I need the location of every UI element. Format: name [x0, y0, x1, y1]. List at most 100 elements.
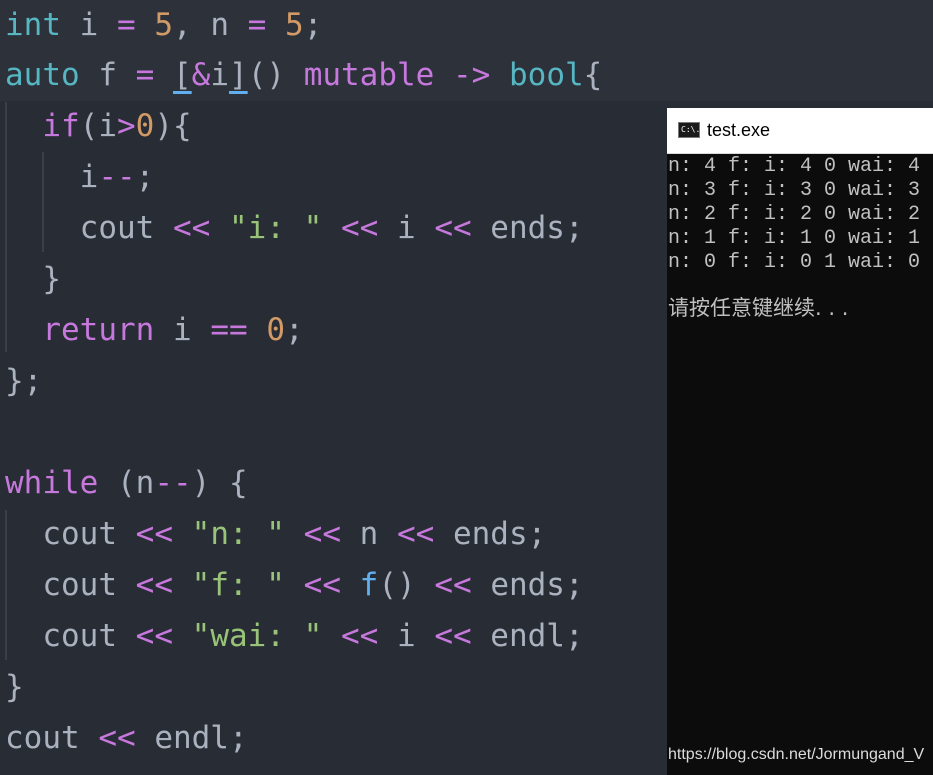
- code-token: ]: [229, 57, 248, 93]
- console-output-line: n: 4 f: i: 4 0 wai: 4: [668, 155, 921, 178]
- code-token: f: [79, 57, 136, 93]
- code-token: (): [247, 57, 304, 93]
- code-line[interactable]: if(i>0){: [5, 101, 192, 151]
- code-token: cout: [5, 516, 136, 552]
- code-token: mutable: [303, 57, 435, 93]
- code-token: cout: [5, 618, 136, 654]
- code-line[interactable]: cout << "n: " << n << ends;: [5, 509, 546, 559]
- code-token: 0: [266, 312, 285, 348]
- code-token: <<: [434, 210, 472, 246]
- code-token: <<: [172, 210, 211, 246]
- code-token: ends;: [471, 567, 584, 603]
- code-line[interactable]: i--;: [5, 152, 155, 202]
- code-token: <<: [340, 210, 379, 246]
- console-output-line: n: 0 f: i: 0 1 wai: 0: [668, 251, 921, 274]
- console-output-line: n: 3 f: i: 3 0 wai: 3: [668, 179, 921, 202]
- code-line[interactable]: cout << "f: " << f() << ends;: [5, 560, 584, 610]
- code-token: bool: [509, 57, 584, 93]
- cmd-icon: C:\.: [678, 122, 700, 138]
- console-window[interactable]: C:\. test.exe n: 4 f: i: 4 0 wai: 4 n: 3…: [667, 108, 933, 775]
- cmd-icon-glyph: C:\.: [681, 125, 701, 134]
- code-token: ){: [154, 108, 192, 144]
- code-token: <<: [135, 516, 173, 552]
- code-token: <<: [135, 618, 173, 654]
- console-output-line: n: 2 f: i: 2 0 wai: 2: [668, 203, 921, 226]
- window-title: test.exe: [707, 120, 771, 140]
- code-token: 5: [285, 7, 304, 43]
- code-token: <<: [396, 516, 435, 552]
- code-token: (): [378, 567, 435, 603]
- code-token: };: [5, 363, 43, 399]
- code-line[interactable]: while (n--) {: [5, 458, 248, 508]
- code-line[interactable]: cout << endl;: [5, 713, 248, 763]
- press-any-key-prompt: 请按任意键继续. . .: [668, 296, 849, 320]
- code-token: ends;: [434, 516, 547, 552]
- code-token: }: [5, 261, 61, 297]
- code-token: =: [135, 57, 155, 93]
- code-line[interactable]: auto f = [&i]() mutable -> bool{: [5, 50, 602, 100]
- code-line[interactable]: }: [5, 254, 61, 304]
- code-token: 0: [135, 108, 155, 144]
- code-token: , n: [173, 7, 248, 43]
- code-token: <<: [434, 618, 472, 654]
- code-line[interactable]: cout << "wai: " << i << endl;: [5, 611, 583, 661]
- code-token: if: [42, 108, 80, 144]
- code-token: cout: [5, 567, 136, 603]
- code-token: return: [42, 312, 155, 348]
- code-token: i: [210, 57, 230, 93]
- code-token: endl;: [135, 720, 248, 756]
- code-token: "f: ": [191, 567, 285, 603]
- code-token: ->: [453, 57, 491, 93]
- code-token: 5: [154, 7, 174, 43]
- code-line[interactable]: };: [5, 356, 42, 406]
- console-output-line: n: 1 f: i: 1 0 wai: 1: [668, 227, 921, 250]
- console-titlebar[interactable]: C:\. test.exe: [667, 108, 933, 154]
- code-token: n: [340, 516, 397, 552]
- code-token: (i: [79, 108, 117, 144]
- code-token: ends;: [471, 210, 584, 246]
- code-token: ;: [303, 7, 323, 43]
- code-token: --: [98, 159, 136, 195]
- code-token: <<: [98, 720, 136, 756]
- code-token: int: [5, 7, 61, 43]
- code-token: f: [359, 567, 379, 603]
- code-line[interactable]: cout << "i: " << i << ends;: [5, 203, 584, 253]
- code-token: ;: [135, 159, 155, 195]
- code-token: i: [61, 7, 117, 43]
- code-line[interactable]: int i = 5, n = 5;: [5, 0, 322, 50]
- code-token: }: [5, 669, 24, 705]
- code-token: [: [173, 57, 192, 93]
- code-token: auto: [5, 57, 80, 93]
- code-token: >: [116, 108, 136, 144]
- code-line[interactable]: return i == 0;: [5, 305, 303, 355]
- code-token: &: [191, 57, 211, 93]
- code-token: <<: [303, 516, 341, 552]
- code-token: (n: [98, 465, 155, 501]
- watermark-url: https://blog.csdn.net/Jormungand_V: [668, 746, 925, 763]
- code-token: "n: ": [191, 516, 285, 552]
- code-token: i: [378, 210, 435, 246]
- code-token: cout: [5, 720, 99, 756]
- code-token: i: [378, 618, 435, 654]
- code-token: ) {: [191, 465, 248, 501]
- code-line[interactable]: }: [5, 662, 24, 712]
- code-token: --: [154, 465, 192, 501]
- code-token: <<: [303, 567, 341, 603]
- code-token: =: [117, 7, 136, 43]
- code-token: <<: [434, 567, 472, 603]
